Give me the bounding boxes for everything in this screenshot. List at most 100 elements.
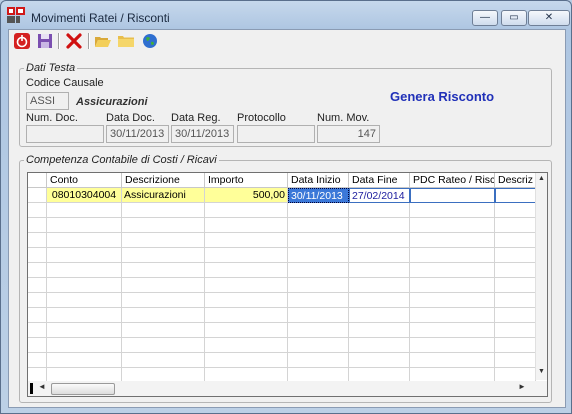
- empty-cell[interactable]: [47, 248, 122, 263]
- column-header-data-fine[interactable]: Data Fine: [349, 173, 410, 188]
- empty-cell[interactable]: [349, 248, 410, 263]
- row-indicator[interactable]: [28, 188, 47, 203]
- horizontal-scroll-thumb[interactable]: [51, 383, 115, 395]
- empty-cell[interactable]: [205, 308, 288, 323]
- empty-cell[interactable]: [495, 323, 536, 338]
- empty-cell[interactable]: [349, 218, 410, 233]
- empty-cell[interactable]: [47, 203, 122, 218]
- empty-cell[interactable]: [288, 218, 349, 233]
- horizontal-scrollbar[interactable]: ◄ ►: [28, 381, 547, 396]
- empty-cell[interactable]: [495, 293, 536, 308]
- empty-cell[interactable]: [410, 263, 495, 278]
- empty-cell[interactable]: [28, 293, 47, 308]
- empty-cell[interactable]: [47, 218, 122, 233]
- empty-cell[interactable]: [122, 323, 205, 338]
- empty-cell[interactable]: [288, 233, 349, 248]
- empty-cell[interactable]: [28, 278, 47, 293]
- empty-cell[interactable]: [122, 203, 205, 218]
- empty-cell[interactable]: [288, 308, 349, 323]
- minimize-button[interactable]: —: [472, 10, 498, 26]
- empty-cell[interactable]: [122, 338, 205, 353]
- empty-cell[interactable]: [495, 203, 536, 218]
- empty-cell[interactable]: [410, 353, 495, 368]
- empty-cell[interactable]: [205, 278, 288, 293]
- cell-descriz[interactable]: [495, 188, 536, 203]
- empty-cell[interactable]: [495, 278, 536, 293]
- folder-icon[interactable]: [117, 32, 135, 50]
- empty-cell[interactable]: [349, 233, 410, 248]
- delete-icon[interactable]: [65, 32, 83, 50]
- empty-cell[interactable]: [28, 248, 47, 263]
- codice-causale-field[interactable]: ASSI: [26, 92, 69, 110]
- empty-cell[interactable]: [205, 218, 288, 233]
- empty-cell[interactable]: [495, 248, 536, 263]
- empty-cell[interactable]: [288, 203, 349, 218]
- empty-cell[interactable]: [205, 293, 288, 308]
- empty-cell[interactable]: [410, 278, 495, 293]
- empty-cell[interactable]: [47, 263, 122, 278]
- empty-cell[interactable]: [349, 293, 410, 308]
- column-header-descrizione[interactable]: Descrizione: [122, 173, 205, 188]
- empty-cell[interactable]: [205, 338, 288, 353]
- globe-icon[interactable]: [141, 32, 159, 50]
- column-header-descriz[interactable]: Descriz: [495, 173, 536, 188]
- empty-cell[interactable]: [288, 338, 349, 353]
- empty-cell[interactable]: [122, 353, 205, 368]
- scroll-down-icon[interactable]: ▼: [538, 368, 545, 375]
- empty-cell[interactable]: [122, 263, 205, 278]
- empty-cell[interactable]: [288, 248, 349, 263]
- empty-cell[interactable]: [410, 233, 495, 248]
- empty-cell[interactable]: [288, 293, 349, 308]
- empty-cell[interactable]: [349, 353, 410, 368]
- empty-cell[interactable]: [410, 203, 495, 218]
- empty-cell[interactable]: [122, 293, 205, 308]
- column-header-importo[interactable]: Importo: [205, 173, 288, 188]
- num-doc-field[interactable]: [26, 125, 104, 143]
- empty-cell[interactable]: [122, 308, 205, 323]
- empty-cell[interactable]: [28, 233, 47, 248]
- empty-cell[interactable]: [288, 278, 349, 293]
- empty-cell[interactable]: [28, 263, 47, 278]
- empty-cell[interactable]: [410, 338, 495, 353]
- cell-data-inizio[interactable]: 30/11/2013: [288, 188, 349, 203]
- empty-cell[interactable]: [495, 218, 536, 233]
- empty-cell[interactable]: [28, 203, 47, 218]
- empty-cell[interactable]: [205, 353, 288, 368]
- empty-cell[interactable]: [410, 218, 495, 233]
- empty-cell[interactable]: [122, 248, 205, 263]
- open-folder-icon[interactable]: [94, 32, 112, 50]
- vertical-scrollbar[interactable]: ▲ ▼: [535, 173, 547, 380]
- column-header-pdc[interactable]: PDC Rateo / Risc.: [410, 173, 495, 188]
- empty-cell[interactable]: [495, 263, 536, 278]
- empty-cell[interactable]: [349, 278, 410, 293]
- cell-conto[interactable]: 08010304004: [47, 188, 122, 203]
- save-icon[interactable]: [36, 32, 54, 50]
- empty-cell[interactable]: [349, 203, 410, 218]
- empty-cell[interactable]: [47, 308, 122, 323]
- empty-cell[interactable]: [28, 353, 47, 368]
- empty-cell[interactable]: [349, 338, 410, 353]
- empty-cell[interactable]: [410, 308, 495, 323]
- num-mov-field[interactable]: 147: [317, 125, 380, 143]
- maximize-button[interactable]: ▭: [501, 10, 527, 26]
- empty-cell[interactable]: [410, 293, 495, 308]
- empty-cell[interactable]: [495, 353, 536, 368]
- empty-cell[interactable]: [28, 323, 47, 338]
- column-header-conto[interactable]: Conto: [47, 173, 122, 188]
- title-bar[interactable]: Movimenti Ratei / Risconti — ▭ ✕: [1, 1, 571, 29]
- empty-cell[interactable]: [47, 293, 122, 308]
- close-window-button[interactable]: ✕: [528, 10, 570, 26]
- data-reg-field[interactable]: 30/11/2013: [171, 125, 234, 143]
- empty-cell[interactable]: [47, 338, 122, 353]
- empty-cell[interactable]: [47, 353, 122, 368]
- empty-cell[interactable]: [205, 233, 288, 248]
- competenza-grid[interactable]: Conto Descrizione Importo Data Inizio Da…: [27, 172, 548, 397]
- cell-pdc[interactable]: [410, 188, 495, 203]
- empty-cell[interactable]: [349, 263, 410, 278]
- empty-cell[interactable]: [122, 218, 205, 233]
- empty-cell[interactable]: [495, 233, 536, 248]
- empty-cell[interactable]: [28, 308, 47, 323]
- data-doc-field[interactable]: 30/11/2013: [106, 125, 169, 143]
- empty-cell[interactable]: [205, 323, 288, 338]
- empty-cell[interactable]: [47, 323, 122, 338]
